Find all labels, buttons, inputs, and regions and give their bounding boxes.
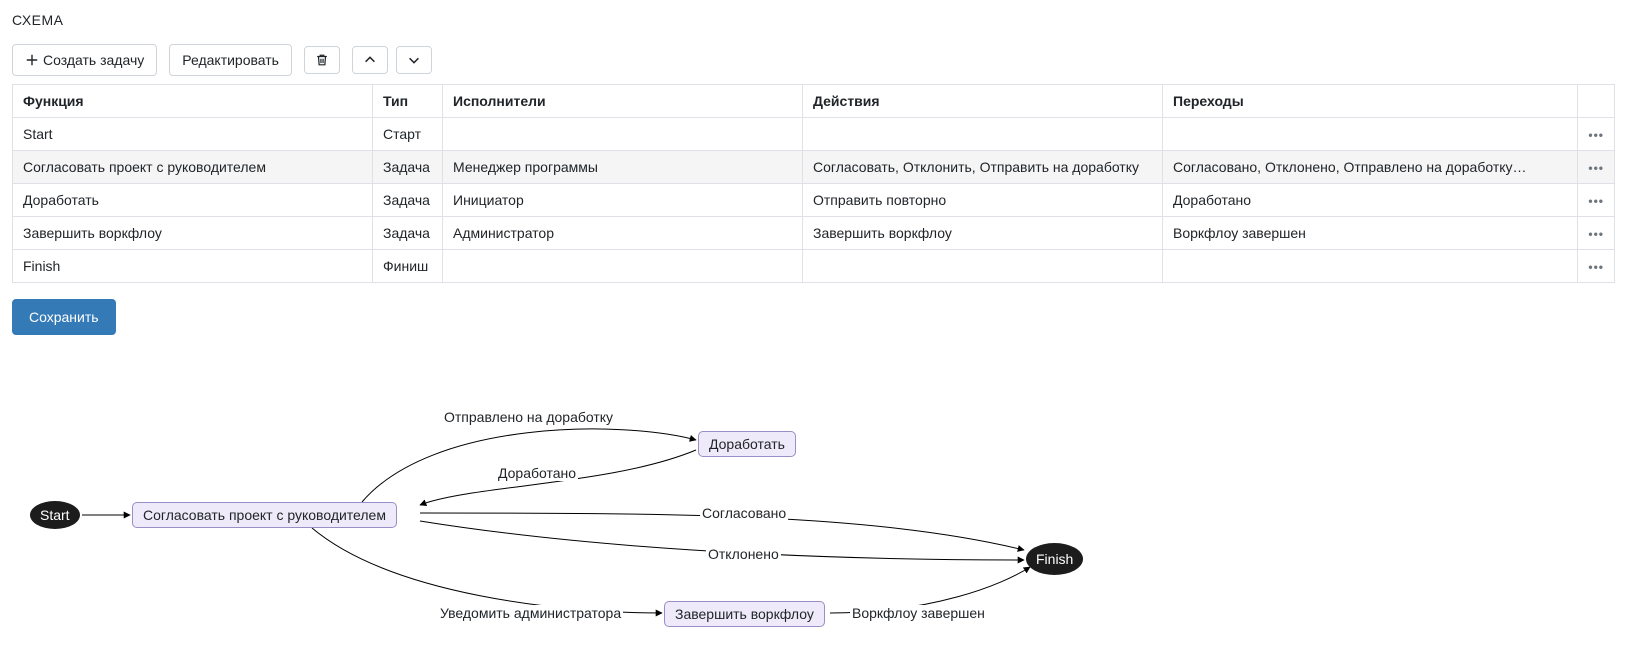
node-start[interactable]: Start <box>30 501 80 529</box>
row-menu[interactable]: ••• <box>1578 184 1615 217</box>
cell-transitions: Воркфлоу завершен <box>1163 217 1578 250</box>
edit-label: Редактировать <box>182 51 279 69</box>
ellipsis-icon: ••• <box>1588 260 1604 274</box>
delete-button[interactable] <box>304 46 340 74</box>
cell-func: Finish <box>13 250 373 283</box>
edge-reworked: Доработано <box>496 465 578 481</box>
cell-type: Финиш <box>373 250 443 283</box>
edge-declined: Отклонено <box>706 546 781 562</box>
edge-approved: Согласовано <box>700 505 788 521</box>
cell-transitions: Согласовано, Отклонено, Отправлено на до… <box>1163 151 1578 184</box>
chevron-up-icon <box>363 53 377 67</box>
edge-wf-done: Воркфлоу завершен <box>850 605 987 621</box>
row-menu[interactable]: ••• <box>1578 250 1615 283</box>
cell-performers <box>443 118 803 151</box>
cell-performers: Администратор <box>443 217 803 250</box>
cell-func: Start <box>13 118 373 151</box>
table-row[interactable]: Согласовать проект с руководителемЗадача… <box>13 151 1615 184</box>
node-complete[interactable]: Завершить воркфлоу <box>664 601 825 627</box>
col-transitions[interactable]: Переходы <box>1163 85 1578 118</box>
cell-actions: Завершить воркфлоу <box>803 217 1163 250</box>
col-func[interactable]: Функция <box>13 85 373 118</box>
cell-transitions <box>1163 250 1578 283</box>
ellipsis-icon: ••• <box>1588 161 1604 175</box>
cell-actions: Отправить повторно <box>803 184 1163 217</box>
node-rework[interactable]: Доработать <box>698 431 796 457</box>
cell-actions: Согласовать, Отклонить, Отправить на дор… <box>803 151 1163 184</box>
cell-type: Задача <box>373 151 443 184</box>
col-performers[interactable]: Исполнители <box>443 85 803 118</box>
plus-icon <box>25 53 39 67</box>
trash-icon <box>315 53 329 67</box>
create-task-label: Создать задачу <box>43 51 144 69</box>
row-menu[interactable]: ••• <box>1578 118 1615 151</box>
cell-func: Завершить воркфлоу <box>13 217 373 250</box>
toolbar: Создать задачу Редактировать <box>12 44 1615 76</box>
row-menu[interactable]: ••• <box>1578 217 1615 250</box>
col-menu <box>1578 85 1615 118</box>
cell-func: Согласовать проект с руководителем <box>13 151 373 184</box>
move-up-button[interactable] <box>352 46 388 74</box>
section-title: СХЕМА <box>12 12 1615 28</box>
ellipsis-icon: ••• <box>1588 128 1604 142</box>
save-button[interactable]: Сохранить <box>12 299 116 335</box>
cell-type: Задача <box>373 217 443 250</box>
node-approve[interactable]: Согласовать проект с руководителем <box>132 502 397 528</box>
ellipsis-icon: ••• <box>1588 194 1604 208</box>
cell-transitions: Доработано <box>1163 184 1578 217</box>
cell-func: Доработать <box>13 184 373 217</box>
cell-performers: Менеджер программы <box>443 151 803 184</box>
cell-transitions <box>1163 118 1578 151</box>
cell-performers <box>443 250 803 283</box>
schema-table: Функция Тип Исполнители Действия Переход… <box>12 84 1615 283</box>
chevron-down-icon <box>407 53 421 67</box>
ellipsis-icon: ••• <box>1588 227 1604 241</box>
cell-type: Старт <box>373 118 443 151</box>
cell-type: Задача <box>373 184 443 217</box>
row-menu[interactable]: ••• <box>1578 151 1615 184</box>
cell-actions <box>803 250 1163 283</box>
table-row[interactable]: Завершить воркфлоуЗадачаАдминистраторЗав… <box>13 217 1615 250</box>
table-row[interactable]: StartСтарт ••• <box>13 118 1615 151</box>
move-down-button[interactable] <box>396 46 432 74</box>
col-type[interactable]: Тип <box>373 85 443 118</box>
edge-notify-admin: Уведомить администратора <box>438 605 623 621</box>
table-row[interactable]: ДоработатьЗадачаИнициаторОтправить повто… <box>13 184 1615 217</box>
cell-actions <box>803 118 1163 151</box>
table-row[interactable]: FinishФиниш ••• <box>13 250 1615 283</box>
workflow-diagram: Start Согласовать проект с руководителем… <box>12 365 1112 645</box>
create-task-button[interactable]: Создать задачу <box>12 44 157 76</box>
col-actions[interactable]: Действия <box>803 85 1163 118</box>
cell-performers: Инициатор <box>443 184 803 217</box>
edit-button[interactable]: Редактировать <box>169 44 292 76</box>
edge-sent-rework: Отправлено на доработку <box>442 409 615 425</box>
